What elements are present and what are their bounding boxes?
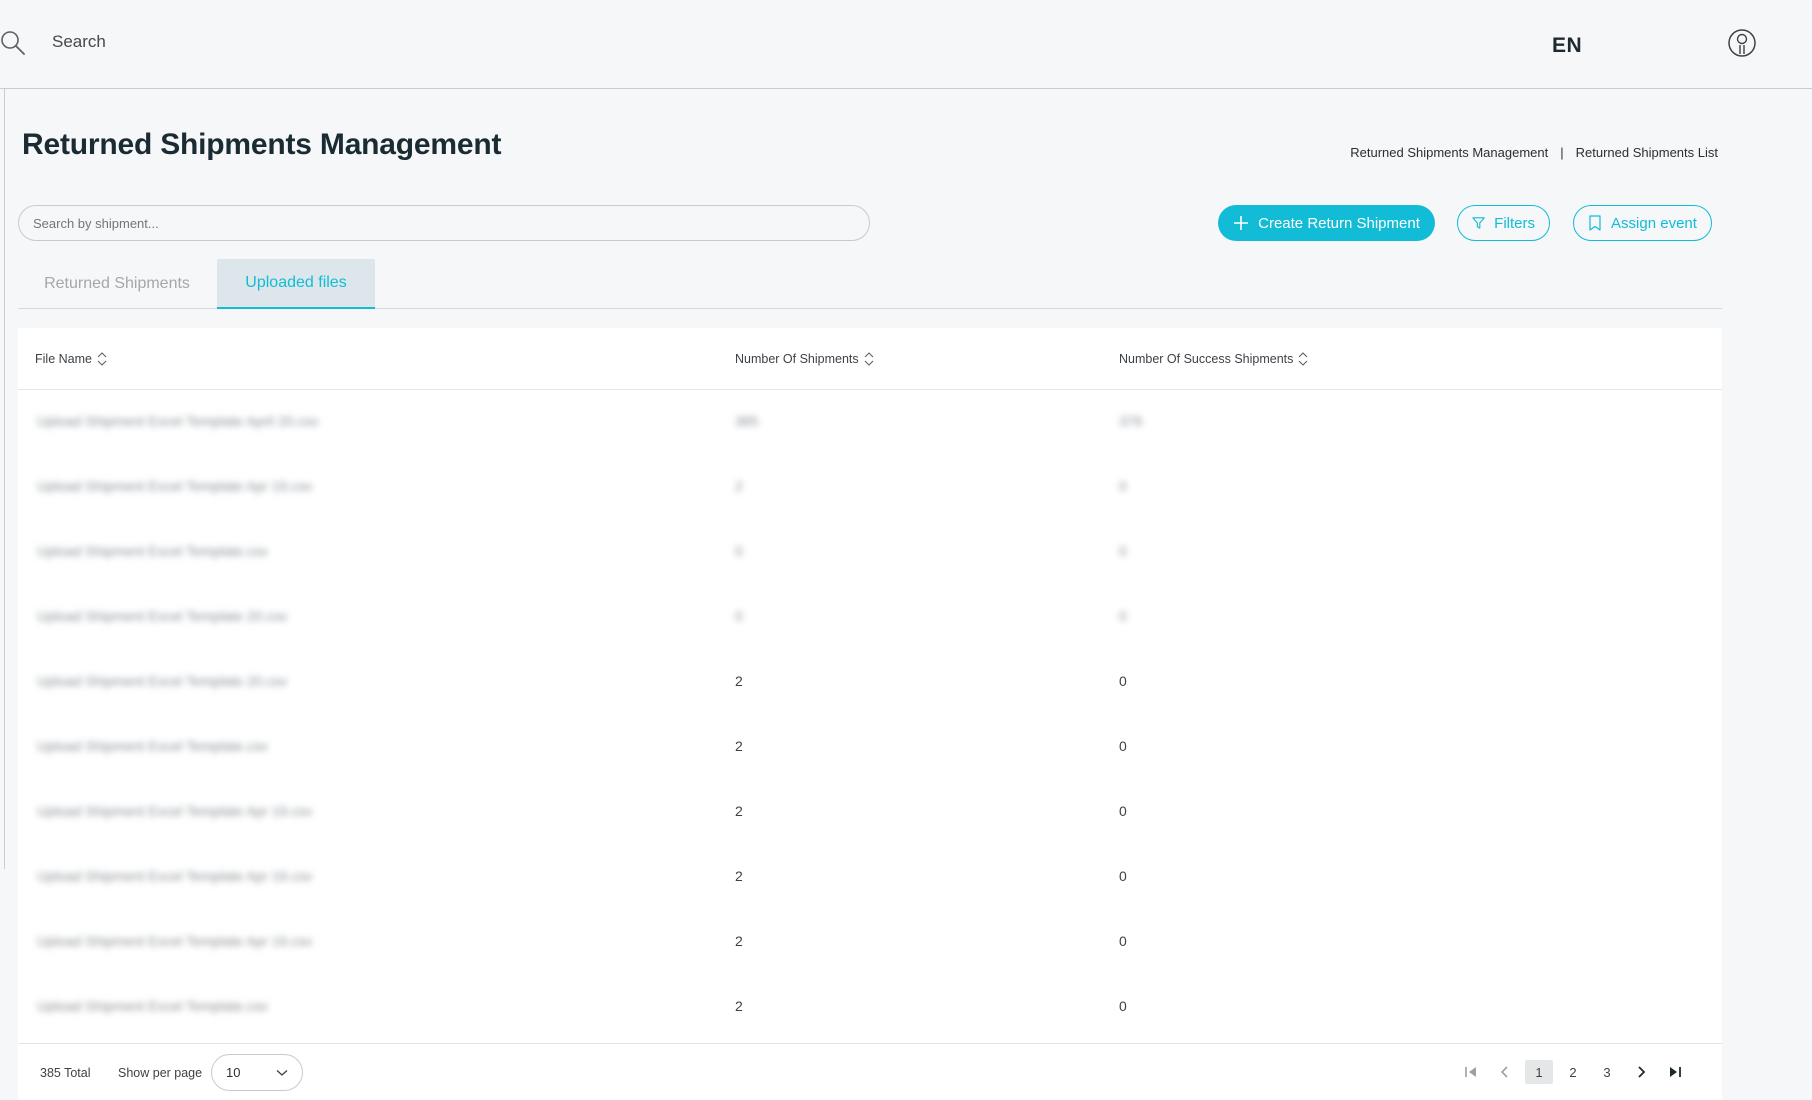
assign-event-button[interactable]: Assign event [1573,205,1712,241]
shipments-count-cell: 2 [735,933,743,949]
pagination: 1 2 3 [1454,1057,1692,1087]
success-count-cell: 376 [1119,413,1143,429]
column-label: File Name [35,352,92,366]
column-header-number-of-shipments[interactable]: Number Of Shipments [735,350,875,368]
plus-icon [1234,216,1249,230]
last-page-icon [1670,1067,1681,1077]
table-header: File Name Number Of Shipments Number Of … [18,328,1722,390]
breadcrumb: Returned Shipments Management | Returned… [1350,145,1718,160]
filters-button[interactable]: Filters [1457,205,1550,241]
per-page-select[interactable]: 10 [211,1054,303,1091]
assign-event-label: Assign event [1611,214,1697,232]
chevron-left-icon [1500,1066,1508,1078]
success-count-cell: 0 [1119,998,1127,1014]
table-row[interactable]: Upload Shipment Excel Template.csv 2 0 [18,715,1722,780]
breadcrumb-item-management[interactable]: Returned Shipments Management [1350,145,1548,160]
first-page-icon [1465,1067,1476,1077]
file-name-cell[interactable]: Upload Shipment Excel Template 20.csv [37,608,287,624]
shipments-count-cell: 0 [735,608,743,624]
next-page-button[interactable] [1624,1057,1658,1087]
language-selector[interactable]: EN [1552,34,1582,58]
shipments-count-cell: 385 [735,413,759,429]
page-3-button[interactable]: 3 [1593,1060,1621,1084]
column-label: Number Of Shipments [735,352,859,366]
file-name-cell[interactable]: Upload Shipment Excel Template.csv [37,998,268,1014]
top-bar: Search EN [0,0,1812,89]
per-page-label: Show per page [118,1066,203,1080]
user-circle-icon[interactable] [1727,28,1757,58]
success-count-cell: 0 [1119,803,1127,819]
table-row[interactable]: Upload Shipment Excel Template Apr 19.cs… [18,910,1722,975]
file-name-cell[interactable]: Upload Shipment Excel Template Apr 19.cs… [37,478,312,494]
page-1-button[interactable]: 1 [1525,1060,1553,1084]
bookmark-icon [1589,215,1601,231]
shipments-count-cell: 2 [735,738,743,754]
success-count-cell: 0 [1119,673,1127,689]
success-count-cell: 0 [1119,933,1127,949]
chevron-right-icon [1638,1066,1646,1078]
table-row[interactable]: Upload Shipment Excel Template Apr 19.cs… [18,845,1722,910]
table-row[interactable]: Upload Shipment Excel Template 20.csv 2 … [18,650,1722,715]
per-page-value: 10 [226,1065,241,1080]
shipments-count-cell: 2 [735,673,743,689]
file-name-cell[interactable]: Upload Shipment Excel Template Apr 19.cs… [37,933,312,949]
tab-returned-shipments[interactable]: Returned Shipments [18,259,216,309]
table-footer: 385 Total Show per page 10 1 2 3 [18,1043,1722,1100]
table-row[interactable]: Upload Shipment Excel Template.csv 2 0 [18,975,1722,1040]
column-header-file-name[interactable]: File Name [35,350,108,368]
total-count: 385 Total [40,1066,91,1080]
tab-bar: Returned Shipments Uploaded files [18,259,1722,309]
last-page-button[interactable] [1658,1057,1692,1087]
page-title: Returned Shipments Management [22,128,502,161]
shipments-count-cell: 2 [735,803,743,819]
table-row[interactable]: Upload Shipment Excel Template.csv 0 0 [18,520,1722,585]
success-count-cell: 0 [1119,738,1127,754]
table-row[interactable]: Upload Shipment Excel Template Apr 19.cs… [18,455,1722,520]
file-name-cell[interactable]: Upload Shipment Excel Template Apr 19.cs… [37,803,312,819]
breadcrumb-separator: | [1560,145,1564,160]
success-count-cell: 0 [1119,868,1127,884]
file-name-cell[interactable]: Upload Shipment Excel Template Apr 19.cs… [37,868,312,884]
table-row[interactable]: Upload Shipment Excel Template 20.csv 0 … [18,585,1722,650]
success-count-cell: 0 [1119,543,1127,559]
sort-icon[interactable] [863,350,875,368]
shipments-count-cell: 0 [735,543,743,559]
shipments-count-cell: 2 [735,478,743,494]
column-header-number-of-success-shipments[interactable]: Number Of Success Shipments [1119,350,1309,368]
create-return-shipment-label: Create Return Shipment [1258,214,1420,232]
file-name-cell[interactable]: Upload Shipment Excel Template April 20.… [37,413,318,429]
previous-page-button[interactable] [1488,1057,1522,1087]
file-name-cell[interactable]: Upload Shipment Excel Template.csv [37,738,268,754]
column-label: Number Of Success Shipments [1119,352,1294,366]
sort-icon[interactable] [1297,350,1309,368]
global-search-input[interactable]: Search [52,32,106,52]
sidebar-edge [4,89,5,869]
table-row[interactable]: Upload Shipment Excel Template Apr 19.cs… [18,780,1722,845]
filters-label: Filters [1494,214,1535,232]
success-count-cell: 0 [1119,478,1127,494]
sort-icon[interactable] [96,350,108,368]
file-name-cell[interactable]: Upload Shipment Excel Template.csv [37,543,268,559]
first-page-button[interactable] [1454,1057,1488,1087]
file-name-cell[interactable]: Upload Shipment Excel Template 20.csv [37,673,287,689]
chevron-down-icon [276,1069,288,1076]
breadcrumb-item-list[interactable]: Returned Shipments List [1576,145,1718,160]
shipments-count-cell: 2 [735,998,743,1014]
filter-icon [1472,217,1485,229]
success-count-cell: 0 [1119,608,1127,624]
table-row[interactable]: Upload Shipment Excel Template April 20.… [18,390,1722,455]
uploaded-files-table: File Name Number Of Shipments Number Of … [18,328,1722,1100]
shipment-search-input[interactable] [18,205,870,241]
page-2-button[interactable]: 2 [1559,1060,1587,1084]
shipments-count-cell: 2 [735,868,743,884]
tab-uploaded-files[interactable]: Uploaded files [217,259,375,309]
search-icon[interactable] [0,30,26,56]
create-return-shipment-button[interactable]: Create Return Shipment [1218,205,1435,241]
